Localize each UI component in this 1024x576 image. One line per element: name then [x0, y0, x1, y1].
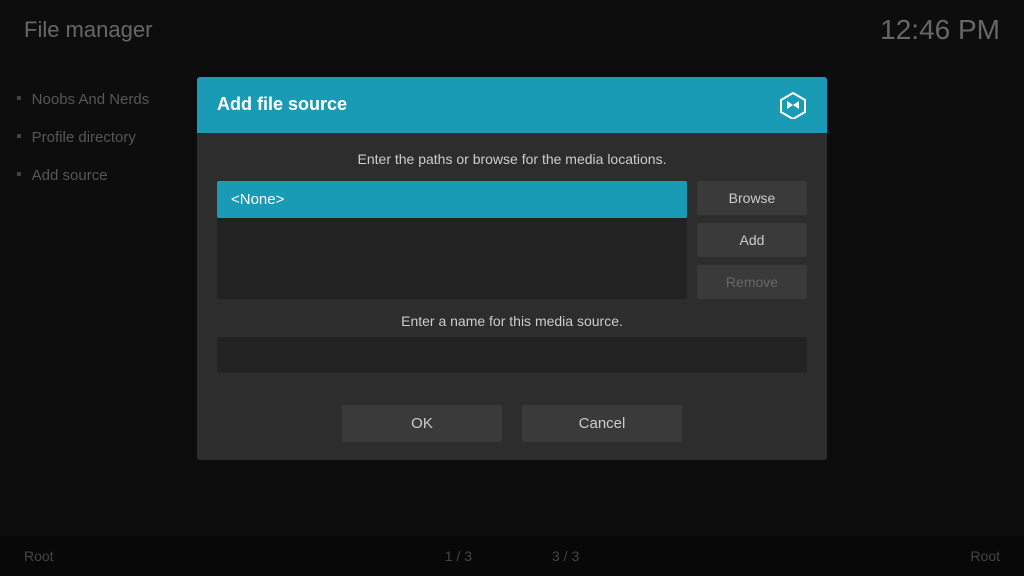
browse-button[interactable]: Browse — [697, 181, 807, 215]
name-section: Enter a name for this media source. — [217, 313, 807, 373]
cancel-button[interactable]: Cancel — [522, 405, 682, 442]
path-input-container — [217, 181, 687, 299]
dialog-overlay: Add file source Enter the paths or brows… — [0, 0, 1024, 576]
path-list-area — [217, 218, 687, 299]
remove-button[interactable]: Remove — [697, 265, 807, 299]
name-label: Enter a name for this media source. — [217, 313, 807, 329]
dialog-title: Add file source — [217, 94, 347, 115]
path-input[interactable] — [217, 181, 687, 218]
name-input[interactable] — [217, 337, 807, 373]
ok-button[interactable]: OK — [342, 405, 502, 442]
action-buttons: Browse Add Remove — [697, 181, 807, 299]
dialog-subtitle: Enter the paths or browse for the media … — [217, 151, 807, 167]
path-section: Browse Add Remove — [217, 181, 807, 299]
add-button[interactable]: Add — [697, 223, 807, 257]
dialog-header: Add file source — [197, 77, 827, 133]
add-file-source-dialog: Add file source Enter the paths or brows… — [197, 77, 827, 460]
kodi-logo — [779, 91, 807, 119]
dialog-footer: OK Cancel — [197, 391, 827, 460]
dialog-body: Enter the paths or browse for the media … — [197, 133, 827, 391]
